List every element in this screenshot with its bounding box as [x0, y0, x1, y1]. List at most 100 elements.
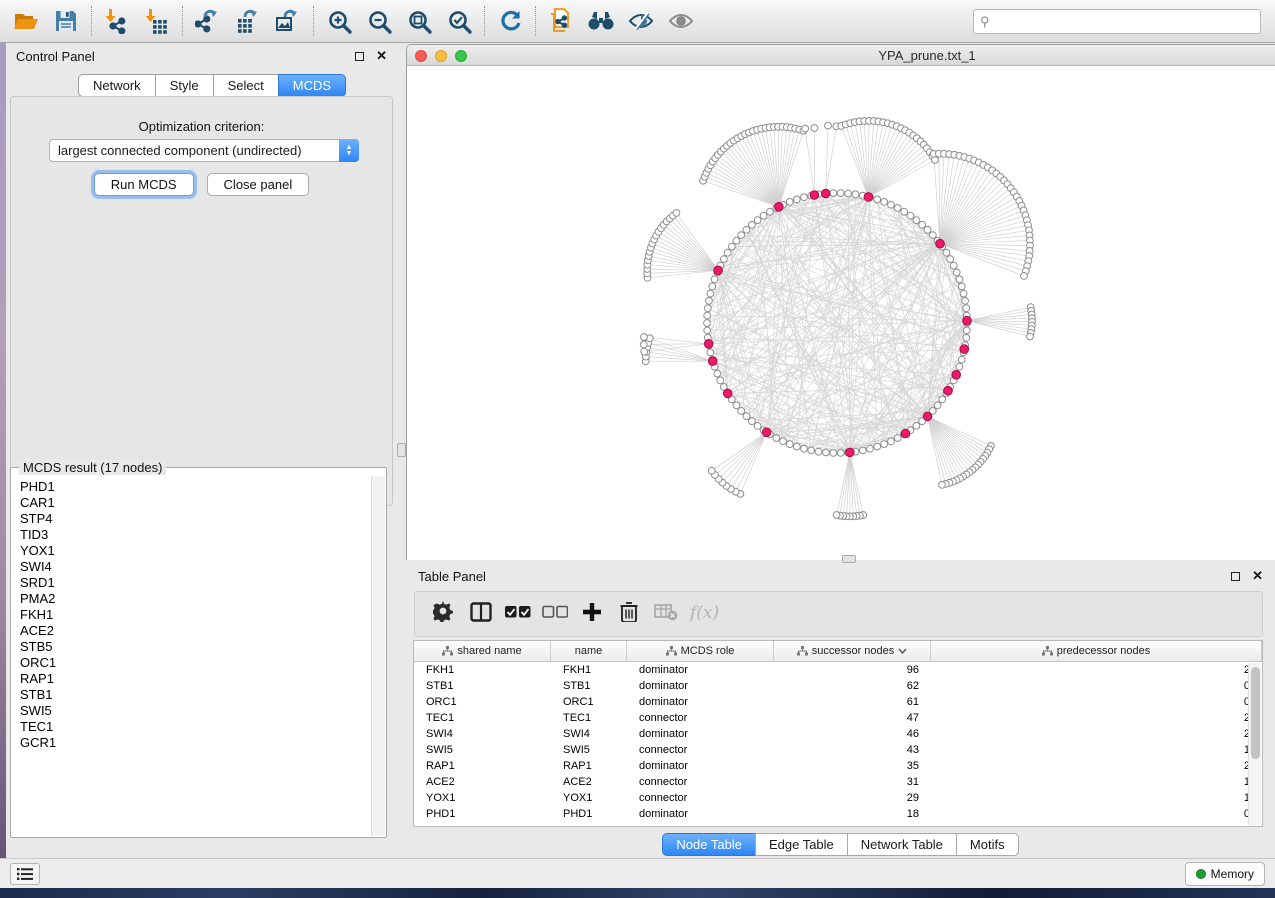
window-minimize-traffic-light[interactable] — [435, 50, 447, 62]
table-row[interactable]: YOX1YOX1connector291 — [414, 790, 1262, 806]
mcds-result-item[interactable]: SRD1 — [20, 575, 371, 591]
column-header-name[interactable]: name — [551, 641, 627, 661]
table-scrollbar[interactable] — [1248, 663, 1261, 825]
open-file-button[interactable] — [6, 3, 46, 39]
zoom-in-button[interactable] — [319, 3, 359, 39]
mcds-result-item[interactable]: GCR1 — [20, 735, 371, 751]
table-tab-network-table[interactable]: Network Table — [847, 833, 956, 856]
control-panel-tab-mcds[interactable]: MCDS — [278, 74, 346, 97]
mcds-result-item[interactable]: PHD1 — [20, 479, 371, 495]
column-header-shared-name[interactable]: shared name — [414, 641, 551, 661]
mcds-result-list[interactable]: PHD1CAR1STP4TID3YOX1SWI4SRD1PMA2FKH1ACE2… — [12, 476, 371, 836]
window-close-traffic-light[interactable] — [415, 50, 427, 62]
create-column-button[interactable] — [573, 596, 610, 632]
delete-column-button[interactable] — [610, 596, 647, 632]
mcds-result-item[interactable]: STP4 — [20, 511, 371, 527]
table-tab-edge-table[interactable]: Edge Table — [755, 833, 847, 856]
table-row[interactable]: PHD1PHD1dominator180 — [414, 806, 1262, 822]
deselect-all-button[interactable] — [536, 596, 573, 632]
mcds-result-item[interactable]: YOX1 — [20, 543, 371, 559]
control-panel-float-icon[interactable] — [355, 52, 364, 61]
table-row[interactable]: TEC1TEC1connector472 — [414, 710, 1262, 726]
find-button[interactable] — [581, 3, 621, 39]
mcds-hub-node[interactable] — [944, 386, 953, 395]
optimization-criterion-select[interactable]: largest connected component (undirected)… — [49, 139, 359, 162]
mcds-hub-node[interactable] — [775, 203, 784, 212]
table-tab-motifs[interactable]: Motifs — [956, 833, 1019, 856]
window-zoom-traffic-light[interactable] — [455, 50, 467, 62]
horizontal-split-grip[interactable] — [842, 555, 856, 563]
mcds-result-scrollbar[interactable] — [371, 476, 385, 836]
column-header-predecessor-nodes[interactable]: predecessor nodes — [931, 641, 1262, 661]
select-all-button[interactable] — [499, 596, 536, 632]
mcds-hub-node[interactable] — [864, 193, 873, 202]
apply-layout-button[interactable] — [490, 3, 530, 39]
search-box[interactable]: ⚲ — [973, 9, 1261, 34]
vertical-split-grip[interactable] — [397, 443, 406, 457]
mcds-result-item[interactable]: CAR1 — [20, 495, 371, 511]
zoom-out-button[interactable] — [359, 3, 399, 39]
control-panel-close-icon[interactable]: ✕ — [376, 48, 387, 64]
mcds-hub-node[interactable] — [963, 316, 972, 325]
table-row[interactable]: SWI4SWI4dominator462 — [414, 726, 1262, 742]
column-header-successor-nodes[interactable]: successor nodes — [774, 641, 931, 661]
table-row[interactable]: STB1STB1dominator620 — [414, 678, 1262, 694]
new-network-from-selection-button[interactable] — [541, 3, 581, 39]
mcds-result-item[interactable]: RAP1 — [20, 671, 371, 687]
memory-button[interactable]: Memory — [1185, 862, 1265, 886]
control-panel-tab-style[interactable]: Style — [155, 74, 213, 97]
mcds-hub-node[interactable] — [708, 357, 717, 366]
hide-selected-button[interactable] — [621, 3, 661, 39]
mcds-result-item[interactable]: FKH1 — [20, 607, 371, 623]
network-canvas[interactable] — [408, 66, 1275, 560]
table-row[interactable]: RAP1RAP1dominator352 — [414, 758, 1262, 774]
mcds-result-item[interactable]: STB5 — [20, 639, 371, 655]
export-table-button[interactable] — [228, 3, 268, 39]
export-network-button[interactable] — [188, 3, 228, 39]
table-row[interactable]: ORC1ORC1dominator610 — [414, 694, 1262, 710]
save-session-button[interactable] — [46, 3, 86, 39]
column-visibility-button[interactable] — [462, 596, 499, 632]
mcds-result-item[interactable]: SWI5 — [20, 703, 371, 719]
table-row[interactable]: FKH1FKH1dominator962 — [414, 662, 1262, 678]
mcds-result-item[interactable]: ACE2 — [20, 623, 371, 639]
mcds-result-item[interactable]: SWI4 — [20, 559, 371, 575]
mcds-hub-node[interactable] — [923, 412, 932, 421]
control-panel-tab-select[interactable]: Select — [213, 74, 278, 97]
table-panel-float-icon[interactable] — [1231, 572, 1240, 581]
task-history-button[interactable] — [10, 863, 40, 885]
mcds-hub-node[interactable] — [846, 448, 855, 457]
control-panel-tab-network[interactable]: Network — [78, 74, 155, 97]
mcds-result-item[interactable]: PMA2 — [20, 591, 371, 607]
import-table-button[interactable] — [137, 3, 177, 39]
mcds-result-item[interactable]: TID3 — [20, 527, 371, 543]
column-header-MCDS-role[interactable]: MCDS role — [627, 641, 774, 661]
mcds-hub-node[interactable] — [723, 389, 732, 398]
close-panel-button[interactable]: Close panel — [207, 173, 310, 196]
table-row[interactable]: ACE2ACE2connector311 — [414, 774, 1262, 790]
mcds-hub-node[interactable] — [960, 345, 969, 354]
mcds-result-item[interactable]: TEC1 — [20, 719, 371, 735]
table-tab-node-table[interactable]: Node Table — [662, 833, 755, 856]
mcds-hub-node[interactable] — [821, 189, 830, 198]
network-window-titlebar[interactable]: YPA_prune.txt_1 — [407, 45, 1275, 66]
run-mcds-button[interactable]: Run MCDS — [94, 173, 194, 196]
table-row[interactable]: SWI5SWI5connector431 — [414, 742, 1262, 758]
mcds-hub-node[interactable] — [810, 191, 819, 200]
mcds-hub-node[interactable] — [762, 428, 771, 437]
zoom-fit-button[interactable] — [399, 3, 439, 39]
mcds-hub-node[interactable] — [901, 429, 910, 438]
mcds-hub-node[interactable] — [952, 371, 961, 380]
zoom-selected-button[interactable] — [439, 3, 479, 39]
export-image-button[interactable] — [268, 3, 308, 39]
mcds-hub-node[interactable] — [936, 239, 945, 248]
table-options-button[interactable] — [425, 596, 462, 632]
mcds-hub-node[interactable] — [704, 340, 713, 349]
show-all-button[interactable] — [661, 3, 701, 39]
table-panel-close-icon[interactable]: ✕ — [1252, 568, 1263, 584]
search-input[interactable] — [994, 14, 1254, 30]
mcds-hub-node[interactable] — [714, 266, 723, 275]
mcds-result-item[interactable]: STB1 — [20, 687, 371, 703]
import-network-button[interactable] — [97, 3, 137, 39]
mcds-result-item[interactable]: ORC1 — [20, 655, 371, 671]
